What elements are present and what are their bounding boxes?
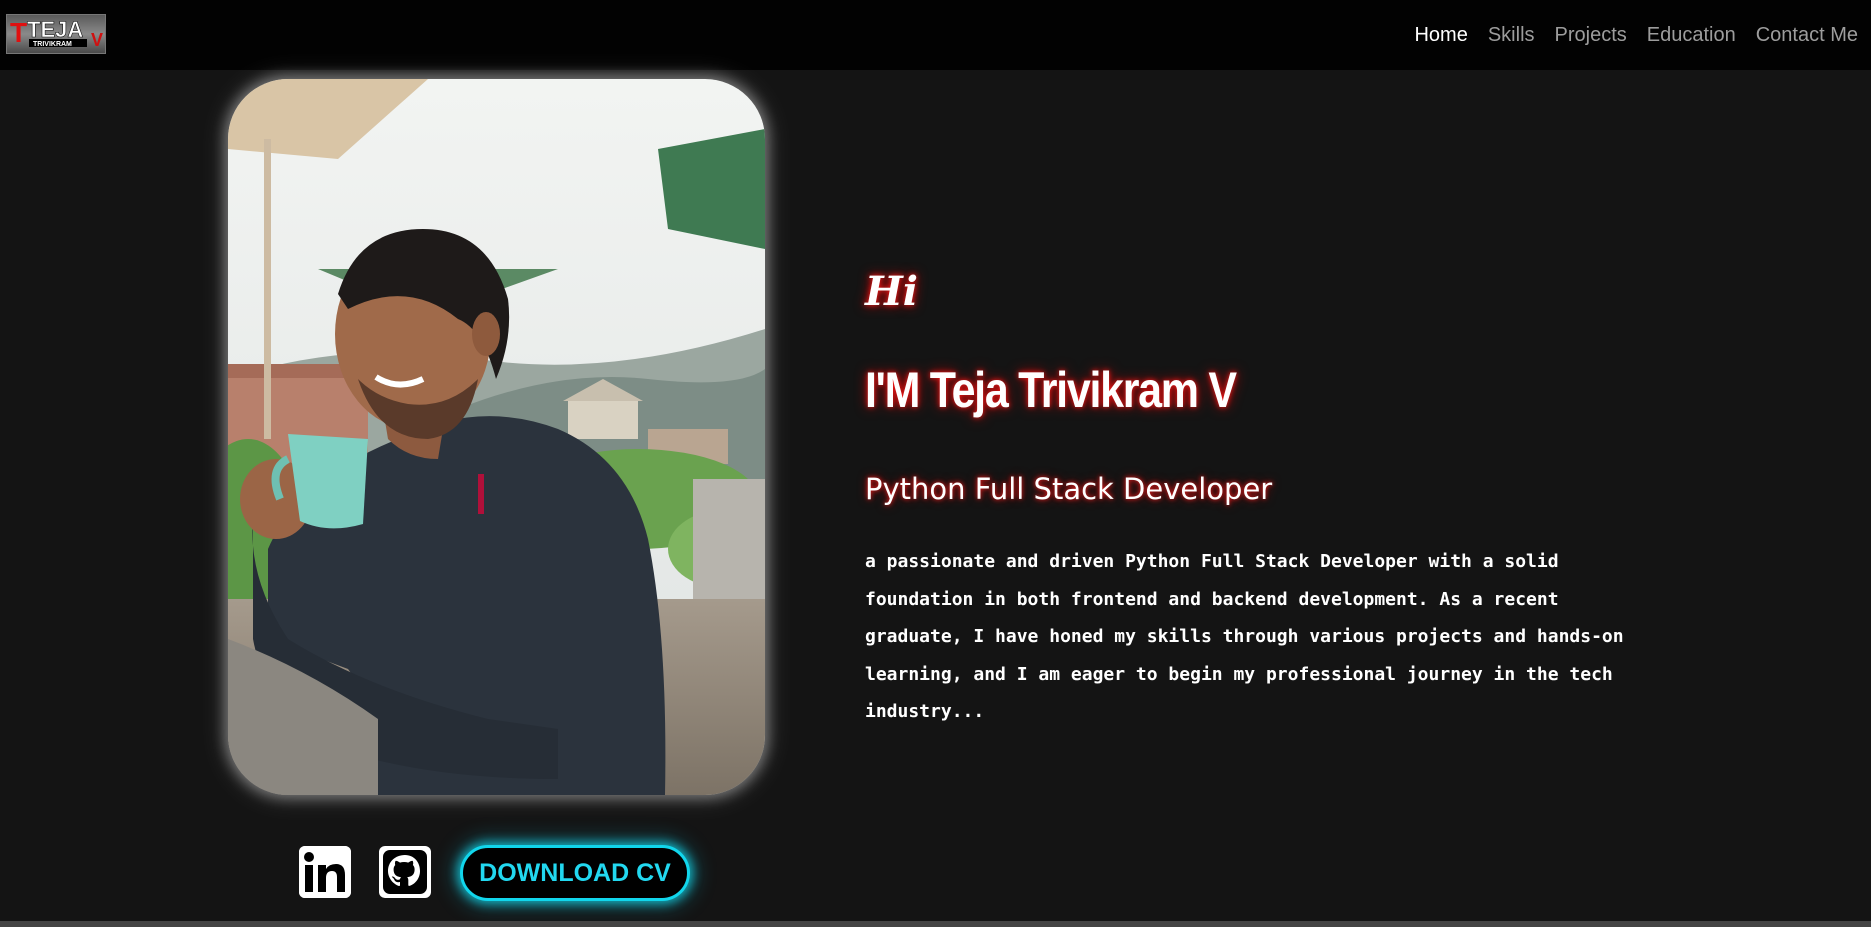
- logo-big-text: TEJA: [27, 17, 83, 42]
- linkedin-icon: [299, 846, 351, 898]
- hero-name: I'M Teja Trivikram V: [865, 362, 1237, 418]
- github-icon: [379, 846, 431, 898]
- hero-role: Python Full Stack Developer: [865, 472, 1273, 506]
- hero-bio: a passionate and driven Python Full Stac…: [865, 551, 1624, 723]
- page-bottom-divider: [0, 921, 1871, 927]
- profile-photo: [228, 79, 765, 795]
- nav-link-home[interactable]: Home: [1414, 20, 1467, 50]
- logo-end-letter: V: [91, 30, 103, 50]
- nav-link-skills[interactable]: Skills: [1488, 20, 1535, 50]
- site-logo[interactable]: T TEJA V TRIVIKRAM: [6, 14, 106, 54]
- logo-graphic: T TEJA V TRIVIKRAM: [10, 17, 103, 50]
- github-button[interactable]: [379, 846, 431, 898]
- logo-sub-text: TRIVIKRAM: [33, 41, 72, 48]
- download-cv-button[interactable]: DOWNLOAD CV: [460, 845, 690, 901]
- hero-greeting: Hi: [865, 268, 918, 315]
- linkedin-button[interactable]: [299, 846, 351, 898]
- top-navbar: T TEJA V TRIVIKRAM Home Skills Projects …: [0, 0, 1871, 70]
- nav-link-projects[interactable]: Projects: [1555, 20, 1627, 50]
- nav-link-contact-me[interactable]: Contact Me: [1756, 20, 1858, 50]
- nav-link-education[interactable]: Education: [1647, 20, 1736, 50]
- nav-links: Home Skills Projects Education Contact M…: [1414, 20, 1858, 50]
- logo-initial: T: [10, 17, 27, 48]
